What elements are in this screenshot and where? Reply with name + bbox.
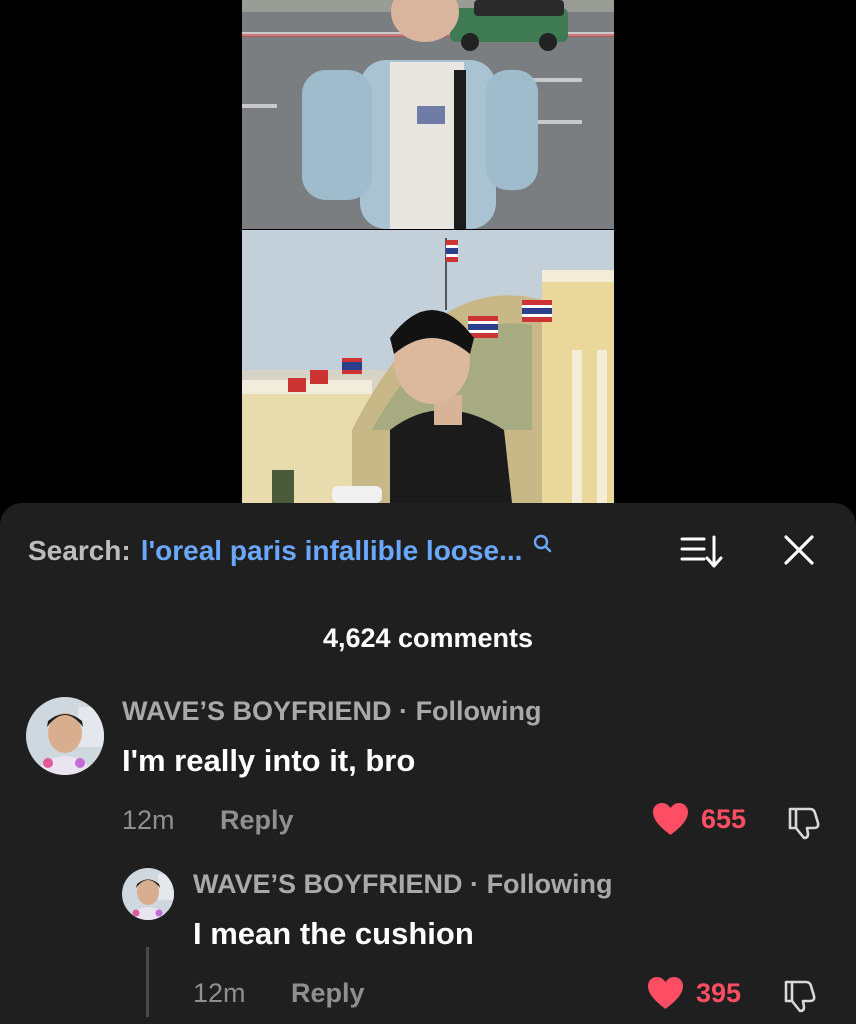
- like-count: 395: [696, 977, 742, 1008]
- separator-dot: ·: [399, 696, 409, 726]
- heart-icon: [653, 803, 688, 835]
- video-frame-bottom: [242, 230, 614, 503]
- search-query-link[interactable]: l'oreal paris infallible loose...: [141, 535, 523, 567]
- search-label: Search:: [28, 535, 131, 566]
- building-scene-image: [242, 230, 614, 503]
- like-count: 655: [701, 803, 747, 834]
- comment-author-line: WAVE’S BOYFRIEND · Following: [193, 869, 613, 900]
- comment-meta: 12m Reply: [193, 978, 365, 1009]
- following-label: Following: [486, 869, 613, 899]
- reply-button[interactable]: Reply: [291, 978, 365, 1008]
- comment-text: I'm really into it, bro: [122, 743, 416, 778]
- dislike-icon[interactable]: [780, 976, 818, 1014]
- comments-count: 4,624 comments: [322, 623, 534, 653]
- heart-icon: [648, 977, 683, 1009]
- sort-icon[interactable]: [680, 533, 724, 571]
- comment-meta: 12m Reply: [122, 805, 294, 836]
- comment-author-line: WAVE’S BOYFRIEND · Following: [122, 696, 542, 727]
- like-button[interactable]: 655: [652, 802, 746, 836]
- comment-text: I mean the cushion: [193, 916, 474, 951]
- search-icon[interactable]: [532, 533, 554, 555]
- avatar[interactable]: [26, 697, 104, 775]
- reply-thread-line: [146, 947, 149, 1017]
- reply-button[interactable]: Reply: [220, 805, 294, 835]
- street-scene-image: [242, 0, 614, 229]
- comments-sheet: Search: l'oreal paris infallible loose..…: [0, 503, 856, 1024]
- following-label: Following: [415, 696, 542, 726]
- comment-author[interactable]: WAVE’S BOYFRIEND: [122, 696, 392, 726]
- comment-author[interactable]: WAVE’S BOYFRIEND: [193, 869, 463, 899]
- comment-time: 12m: [122, 805, 175, 835]
- separator-dot: ·: [470, 869, 480, 899]
- dislike-icon[interactable]: [784, 803, 822, 841]
- like-button[interactable]: 395: [647, 976, 741, 1010]
- avatar[interactable]: [122, 868, 174, 920]
- close-icon[interactable]: [782, 533, 816, 567]
- search-suggestion[interactable]: Search: l'oreal paris infallible loose..…: [28, 531, 554, 571]
- comment-time: 12m: [193, 978, 246, 1008]
- video-frame-top: [242, 0, 614, 229]
- video-player[interactable]: [242, 0, 614, 503]
